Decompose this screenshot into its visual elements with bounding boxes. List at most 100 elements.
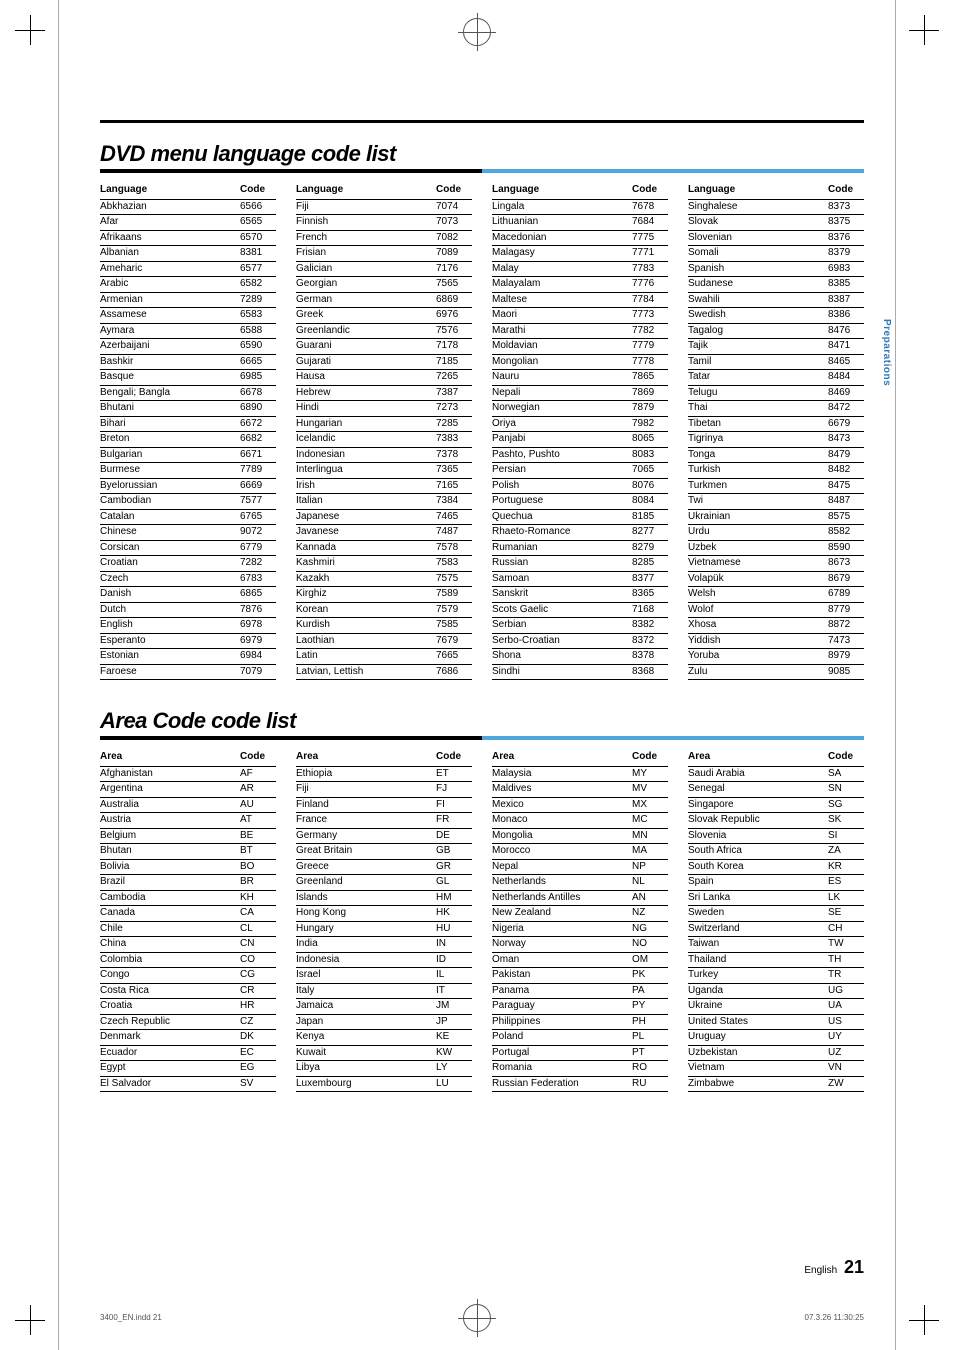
table-row: JapanJP <box>296 1015 472 1031</box>
cell-name: Malagasy <box>492 246 632 261</box>
table-row: ChinaCN <box>100 937 276 953</box>
cell-code: 8469 <box>828 386 864 401</box>
cell-name: Pashto, Pushto <box>492 448 632 463</box>
table-row: Korean7579 <box>296 603 472 619</box>
cell-name: Ukraine <box>688 999 828 1014</box>
cell-name: Icelandic <box>296 432 436 447</box>
table-row: NetherlandsNL <box>492 875 668 891</box>
cell-code: NZ <box>632 906 668 921</box>
cell-code: 7869 <box>632 386 668 401</box>
cell-name: Kenya <box>296 1030 436 1045</box>
table-row: Vietnamese8673 <box>688 556 864 572</box>
table-row: Assamese6583 <box>100 308 276 324</box>
table-row: Zulu9085 <box>688 665 864 681</box>
table-row: IslandsHM <box>296 891 472 907</box>
cell-code: 6869 <box>436 293 472 308</box>
table-row: Norwegian7879 <box>492 401 668 417</box>
cell-code: GR <box>436 860 472 875</box>
table-row: Pashto, Pushto8083 <box>492 448 668 464</box>
cell-code: EC <box>240 1046 276 1061</box>
table-column: LanguageCodeSinghalese8373Slovak8375Slov… <box>688 183 864 680</box>
cell-code: 8381 <box>240 246 276 261</box>
cell-name: New Zealand <box>492 906 632 921</box>
table-row: Tatar8484 <box>688 370 864 386</box>
cell-code: 6570 <box>240 231 276 246</box>
table-row: Czech RepublicCZ <box>100 1015 276 1031</box>
section1-title: DVD menu language code list <box>100 141 864 167</box>
cell-code: CR <box>240 984 276 999</box>
cell-name: Interlingua <box>296 463 436 478</box>
table-row: KuwaitKW <box>296 1046 472 1062</box>
cell-code: SV <box>240 1077 276 1092</box>
table-row: Byelorussian6669 <box>100 479 276 495</box>
cell-code: 7289 <box>240 293 276 308</box>
cell-name: Uzbekistan <box>688 1046 828 1061</box>
cell-name: Nauru <box>492 370 632 385</box>
table-row: PakistanPK <box>492 968 668 984</box>
cell-code: 7779 <box>632 339 668 354</box>
cell-name: Belgium <box>100 829 240 844</box>
cell-code: HK <box>436 906 472 921</box>
cell-code: 7168 <box>632 603 668 618</box>
table-row: Kannada7578 <box>296 541 472 557</box>
cell-name: Saudi Arabia <box>688 767 828 782</box>
cell-name: Cambodia <box>100 891 240 906</box>
cell-code: 7679 <box>436 634 472 649</box>
cell-code: 7665 <box>436 649 472 664</box>
cell-code: 7773 <box>632 308 668 323</box>
cell-code: RU <box>632 1077 668 1092</box>
table-row: Scots Gaelic7168 <box>492 603 668 619</box>
cell-name: Nepali <box>492 386 632 401</box>
cell-code: 8368 <box>632 665 668 680</box>
cell-name: Bhutan <box>100 844 240 859</box>
cell-name: Fiji <box>296 782 436 797</box>
table-row: Lingala7678 <box>492 200 668 216</box>
cell-name: Bolivia <box>100 860 240 875</box>
table-row: Afar6565 <box>100 215 276 231</box>
cell-name: Netherlands <box>492 875 632 890</box>
table-row: RomaniaRO <box>492 1061 668 1077</box>
table-row: Hausa7265 <box>296 370 472 386</box>
table-row: Macedonian7775 <box>492 231 668 247</box>
table-row: Latin7665 <box>296 649 472 665</box>
cell-code: TR <box>828 968 864 983</box>
table-row: Laothian7679 <box>296 634 472 650</box>
table-row: CroatiaHR <box>100 999 276 1015</box>
cell-name: Tajik <box>688 339 828 354</box>
cell-code: 7282 <box>240 556 276 571</box>
table-row: SingaporeSG <box>688 798 864 814</box>
cell-name: Italian <box>296 494 436 509</box>
cell-code: UZ <box>828 1046 864 1061</box>
cell-code: 7365 <box>436 463 472 478</box>
cell-code: MY <box>632 767 668 782</box>
cell-code: GB <box>436 844 472 859</box>
cell-code: ZA <box>828 844 864 859</box>
cell-name: Libya <box>296 1061 436 1076</box>
cell-name: Portugal <box>492 1046 632 1061</box>
table-row: Kashmiri7583 <box>296 556 472 572</box>
cell-code: 7579 <box>436 603 472 618</box>
column-header: AreaCode <box>492 750 668 767</box>
cell-name: Malay <box>492 262 632 277</box>
cell-name: Javanese <box>296 525 436 540</box>
table-row: ItalyIT <box>296 984 472 1000</box>
cell-code: CO <box>240 953 276 968</box>
header-right: Code <box>240 183 276 198</box>
cell-code: KH <box>240 891 276 906</box>
table-row: Turkish8482 <box>688 463 864 479</box>
cell-code: JP <box>436 1015 472 1030</box>
cell-code: 7487 <box>436 525 472 540</box>
cell-code: 8084 <box>632 494 668 509</box>
cell-name: Georgian <box>296 277 436 292</box>
table-row: Latvian, Lettish7686 <box>296 665 472 681</box>
cell-code: 8277 <box>632 525 668 540</box>
cell-code: AR <box>240 782 276 797</box>
table-row: ParaguayPY <box>492 999 668 1015</box>
header-right: Code <box>240 750 276 765</box>
cell-name: Jamaica <box>296 999 436 1014</box>
cell-code: 8673 <box>828 556 864 571</box>
cell-code: 7176 <box>436 262 472 277</box>
cell-name: Sanskrit <box>492 587 632 602</box>
cell-code: MV <box>632 782 668 797</box>
table-row: Estonian6984 <box>100 649 276 665</box>
